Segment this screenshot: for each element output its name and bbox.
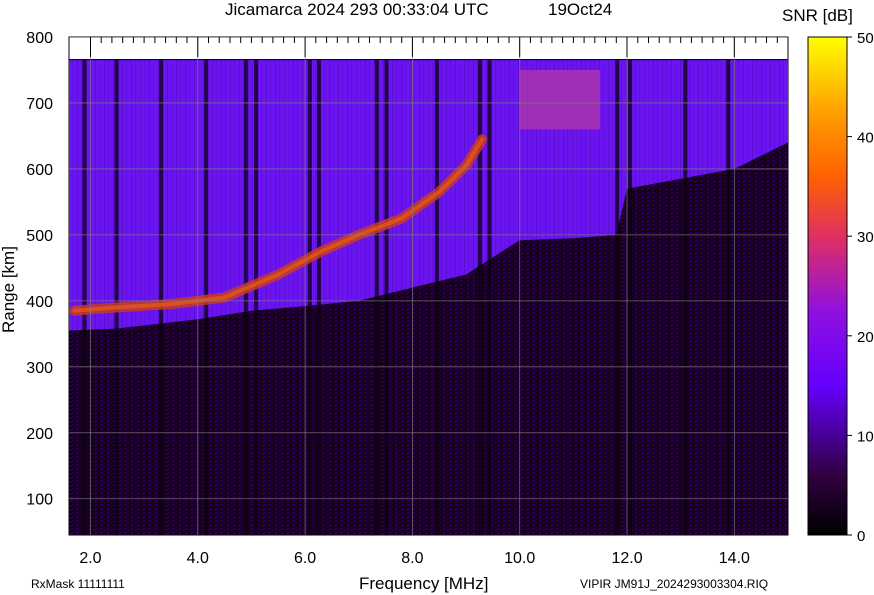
- rx-mask-label: RxMask 11111111: [31, 577, 125, 591]
- colorbar-tick-label: 10: [857, 428, 874, 445]
- interference-column: [254, 60, 259, 535]
- ionogram-chart: 2.0 4.0 6.0 8.0 10.0 12.0 14.0 800700600500400…: [26, 30, 874, 567]
- colorbar-tick-label: 30: [857, 229, 874, 246]
- interference-column: [726, 60, 731, 535]
- colorbar-tick-label: 40: [857, 130, 874, 147]
- interference-column: [615, 60, 620, 535]
- file-label: VIPIR JM91J_2024293003304.RIQ: [580, 577, 769, 591]
- x-tick-label: 14.0: [719, 550, 750, 567]
- y-tick-label: 700: [26, 96, 53, 113]
- plot-area: [68, 36, 789, 536]
- colorbar-tick-labels: 50 40 30 20 10 0: [847, 30, 874, 545]
- y-axis-label: Range [km]: [0, 246, 18, 333]
- y-tick-label: 400: [26, 294, 53, 311]
- x-tick-label: 6.0: [294, 550, 316, 567]
- interference-column: [82, 60, 87, 535]
- x-tick-label: 12.0: [611, 550, 642, 567]
- x-tick-label: 2.0: [79, 550, 101, 567]
- colorbar-tick-label: 50: [857, 30, 874, 47]
- x-tick-label: 10.0: [504, 550, 535, 567]
- x-axis-tick-labels: 2.0 4.0 6.0 8.0 10.0 12.0 14.0: [79, 550, 750, 567]
- interference-column: [628, 60, 633, 535]
- y-tick-label: 200: [26, 426, 53, 443]
- chart-title: Jicamarca 2024 293 00:33:04 UTC: [225, 0, 489, 19]
- chart-date: 19Oct24: [548, 0, 613, 19]
- interference-column: [374, 60, 379, 535]
- x-axis-label: Frequency [MHz]: [359, 574, 489, 593]
- interference-column: [114, 60, 119, 535]
- interference-column: [243, 60, 248, 535]
- interference-column: [384, 60, 389, 535]
- upper-echo: [519, 70, 601, 130]
- colorbar: 50 40 30 20 10 0: [807, 30, 874, 545]
- interference-column: [683, 60, 688, 535]
- x-tick-label: 4.0: [187, 550, 209, 567]
- interference-column: [434, 60, 439, 535]
- interference-column: [159, 60, 164, 535]
- interference-column: [307, 60, 312, 535]
- interference-column: [487, 60, 492, 535]
- colorbar-tick-label: 20: [857, 329, 874, 346]
- colorbar-tick-label: 0: [857, 528, 865, 545]
- colorbar-label: SNR [dB]: [782, 6, 853, 25]
- y-tick-label: 800: [26, 30, 53, 47]
- y-tick-label: 100: [26, 492, 53, 509]
- y-tick-label: 300: [26, 360, 53, 377]
- y-tick-label: 500: [26, 228, 53, 245]
- interference-column: [316, 60, 321, 535]
- colorbar-gradient: [807, 36, 848, 536]
- interference-column: [477, 60, 482, 535]
- y-axis-tick-labels: 800 700 600 500 400 300 200 100: [26, 30, 53, 509]
- x-tick-label: 8.0: [401, 550, 423, 567]
- y-tick-label: 600: [26, 162, 53, 179]
